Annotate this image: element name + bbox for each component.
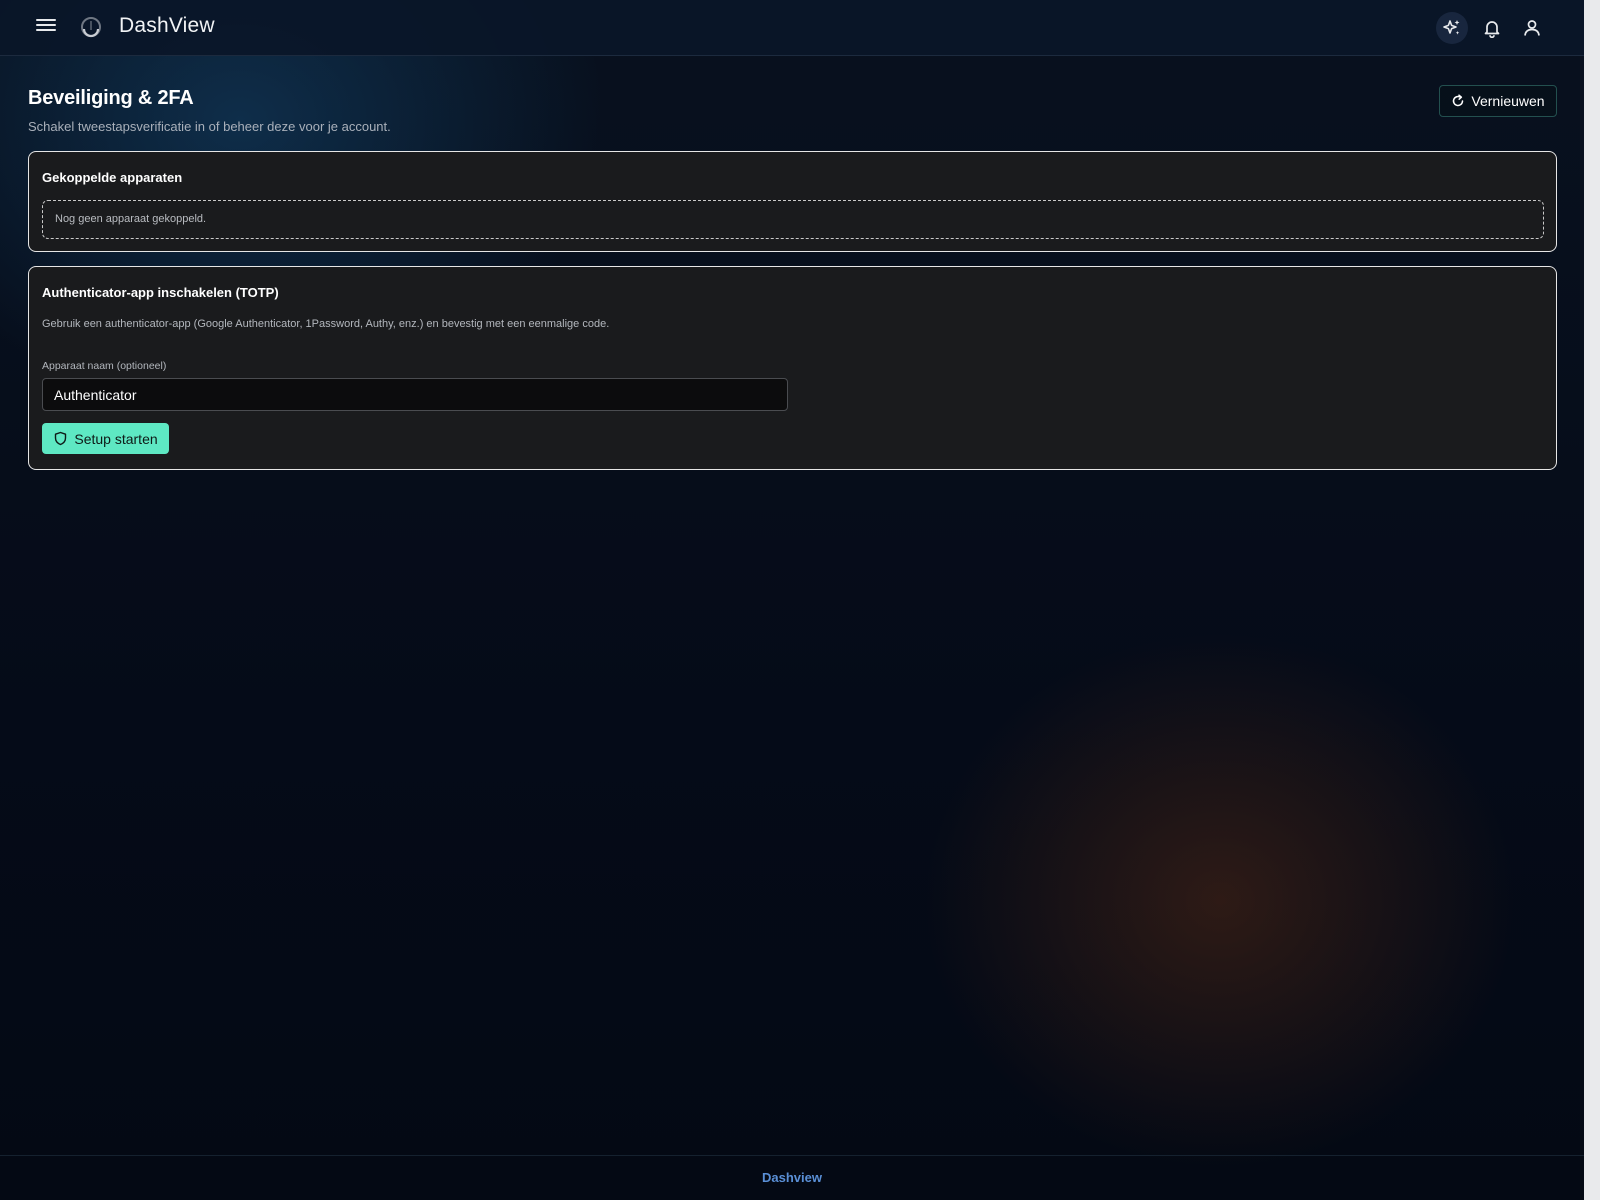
refresh-icon: [1453, 94, 1464, 107]
device-name-label: Apparaat naam (optioneel): [42, 360, 167, 372]
device-name-input[interactable]: [42, 378, 788, 411]
refresh-label: Vernieuwen: [1471, 93, 1545, 109]
linked-devices-card: Gekoppelde apparaten Nog geen apparaat g…: [28, 151, 1557, 252]
scrollbar-track: [1584, 0, 1600, 1200]
brand-name[interactable]: DashView: [119, 14, 215, 38]
footer-link[interactable]: Dashview: [762, 1170, 822, 1185]
menu-icon[interactable]: [34, 16, 58, 38]
top-actions: [1436, 12, 1548, 44]
sparkle-icon[interactable]: [1436, 12, 1468, 44]
bell-icon[interactable]: [1476, 12, 1508, 44]
card-title-totp: Authenticator-app inschakelen (TOTP): [42, 285, 279, 300]
shield-icon: [55, 431, 67, 446]
logo-icon: [81, 17, 101, 38]
refresh-button[interactable]: Vernieuwen: [1439, 85, 1557, 117]
page-title: Beveiliging & 2FA: [28, 87, 194, 109]
top-bar: DashView: [0, 0, 1584, 56]
totp-card: Authenticator-app inschakelen (TOTP) Geb…: [28, 266, 1557, 470]
empty-devices-text: Nog geen apparaat gekoppeld.: [55, 213, 207, 225]
card-title-linked-devices: Gekoppelde apparaten: [42, 170, 183, 185]
totp-description: Gebruik een authenticator-app (Google Au…: [42, 318, 610, 330]
empty-devices-box: Nog geen apparaat gekoppeld.: [42, 200, 1544, 239]
footer: Dashview: [0, 1155, 1584, 1200]
setup-start-label: Setup starten: [74, 430, 158, 447]
setup-start-button[interactable]: Setup starten: [42, 423, 169, 454]
user-icon[interactable]: [1516, 12, 1548, 44]
page-subtitle: Schakel tweestapsverificatie in of behee…: [28, 119, 391, 134]
